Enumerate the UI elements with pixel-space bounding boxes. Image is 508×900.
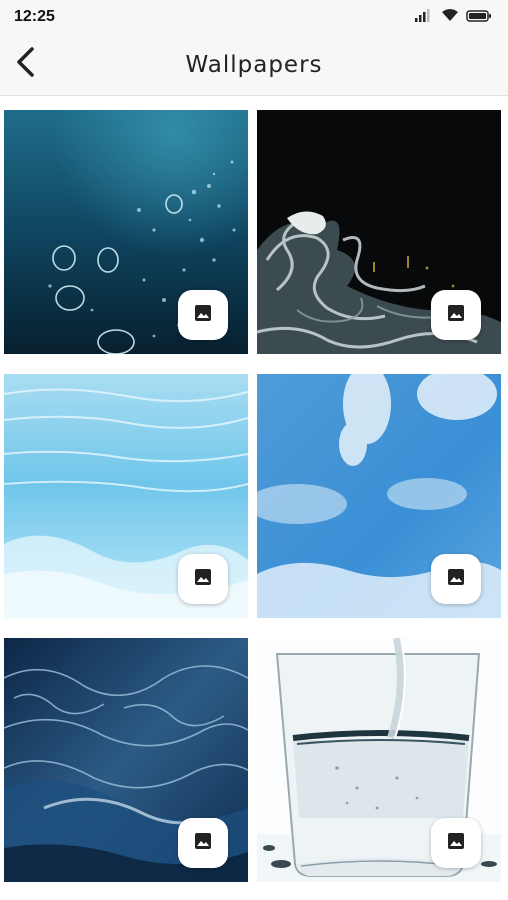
status-time: 12:25 bbox=[14, 8, 55, 25]
set-wallpaper-button[interactable] bbox=[178, 290, 228, 340]
wallpaper-tile-deep-waves[interactable] bbox=[4, 638, 248, 882]
back-button[interactable] bbox=[4, 42, 48, 86]
status-icons bbox=[414, 7, 492, 27]
page-title: Wallpapers bbox=[185, 51, 323, 78]
wallpaper-tile-dark-swirl[interactable] bbox=[257, 110, 501, 354]
battery-icon bbox=[466, 8, 492, 27]
signal-icon bbox=[414, 7, 434, 27]
wallpaper-grid bbox=[0, 96, 508, 900]
image-icon bbox=[193, 567, 213, 591]
wallpaper-tile-water-glass[interactable] bbox=[257, 638, 501, 882]
chevron-left-icon bbox=[14, 46, 38, 82]
wifi-icon bbox=[440, 7, 460, 27]
app-bar: Wallpapers bbox=[0, 34, 508, 96]
set-wallpaper-button[interactable] bbox=[431, 554, 481, 604]
set-wallpaper-button[interactable] bbox=[431, 818, 481, 868]
status-bar: 12:25 bbox=[0, 0, 508, 34]
set-wallpaper-button[interactable] bbox=[431, 290, 481, 340]
image-icon bbox=[446, 303, 466, 327]
set-wallpaper-button[interactable] bbox=[178, 554, 228, 604]
image-icon bbox=[193, 831, 213, 855]
image-icon bbox=[193, 303, 213, 327]
image-icon bbox=[446, 567, 466, 591]
set-wallpaper-button[interactable] bbox=[178, 818, 228, 868]
wallpaper-tile-underwater-bubbles[interactable] bbox=[4, 110, 248, 354]
image-icon bbox=[446, 831, 466, 855]
wallpaper-tile-water-surface[interactable] bbox=[4, 374, 248, 618]
wallpaper-tile-blue-clouds[interactable] bbox=[257, 374, 501, 618]
